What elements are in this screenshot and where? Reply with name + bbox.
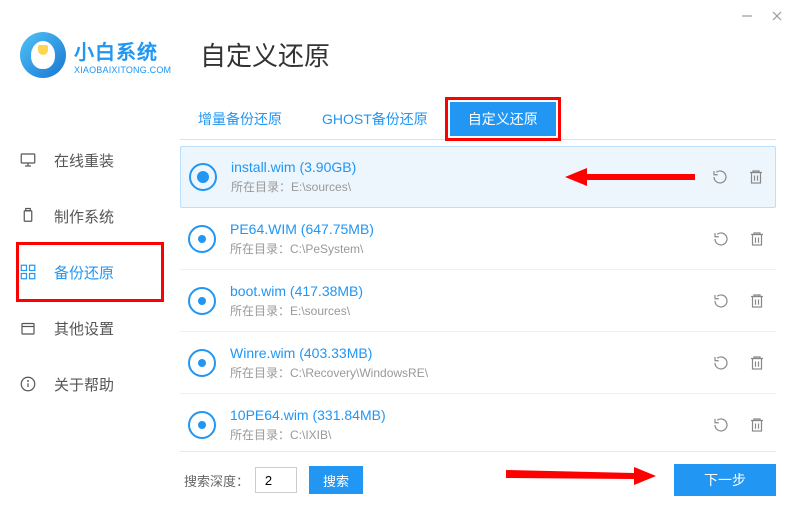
restore-history-button[interactable] [710, 228, 732, 250]
delete-button[interactable] [746, 290, 768, 312]
delete-button[interactable] [746, 352, 768, 374]
file-name: 10PE64.wim (331.84MB) [230, 407, 710, 423]
radio-icon[interactable] [189, 163, 217, 191]
sidebar-item-backup-restore[interactable]: 备份还原 [18, 244, 162, 300]
sidebar-item-about-help[interactable]: 关于帮助 [18, 356, 162, 412]
file-row[interactable]: 10PE64.wim (331.84MB) 所在目录：C:\IXIB\ [180, 394, 776, 447]
usb-icon [18, 206, 38, 226]
restore-history-button[interactable] [710, 352, 732, 374]
restore-history-button[interactable] [710, 290, 732, 312]
delete-button[interactable] [745, 166, 767, 188]
tab-incremental[interactable]: 增量备份还原 [180, 102, 300, 136]
footer: 搜索深度： 搜索 下一步 [180, 451, 776, 508]
grid-icon [18, 262, 38, 282]
minimize-button[interactable] [732, 4, 762, 28]
search-depth-label: 搜索深度： [184, 471, 249, 490]
file-list: install.wim (3.90GB) 所在目录：E:\sources\ PE… [180, 146, 776, 447]
file-row[interactable]: PE64.WIM (647.75MB) 所在目录：C:\PeSystem\ [180, 208, 776, 270]
restore-history-button[interactable] [710, 414, 732, 436]
delete-button[interactable] [746, 414, 768, 436]
sidebar-item-label: 关于帮助 [54, 374, 114, 395]
file-path: 所在目录：E:\sources\ [231, 178, 709, 195]
file-name: PE64.WIM (647.75MB) [230, 221, 710, 237]
file-row[interactable]: boot.wim (417.38MB) 所在目录：E:\sources\ [180, 270, 776, 332]
page-title: 自定义还原 [200, 32, 330, 73]
file-path: 所在目录：C:\IXIB\ [230, 426, 710, 443]
radio-icon[interactable] [188, 349, 216, 377]
search-button[interactable]: 搜索 [309, 466, 363, 494]
delete-button[interactable] [746, 228, 768, 250]
next-button[interactable]: 下一步 [674, 464, 776, 496]
brand-sub: XIAOBAIXITONG.COM [74, 65, 171, 75]
sidebar-item-online-reinstall[interactable]: 在线重装 [18, 132, 162, 188]
search-depth-input[interactable] [255, 467, 297, 493]
radio-icon[interactable] [188, 225, 216, 253]
tab-custom-restore[interactable]: 自定义还原 [450, 102, 556, 136]
sidebar-item-make-system[interactable]: 制作系统 [18, 188, 162, 244]
file-path: 所在目录：C:\PeSystem\ [230, 240, 710, 257]
radio-icon[interactable] [188, 411, 216, 439]
sidebar: 在线重装 制作系统 备份还原 其他设置 关于帮助 [0, 92, 180, 508]
annotation-arrow-icon [506, 464, 656, 488]
tabs: 增量备份还原 GHOST备份还原 自定义还原 [180, 98, 776, 140]
file-row[interactable]: Winre.wim (403.33MB) 所在目录：C:\Recovery\Wi… [180, 332, 776, 394]
brand-name: 小白系统 [74, 36, 171, 65]
file-path: 所在目录：C:\Recovery\WindowsRE\ [230, 364, 710, 381]
file-path: 所在目录：E:\sources\ [230, 302, 710, 319]
file-name: install.wim (3.90GB) [231, 159, 709, 175]
tab-ghost[interactable]: GHOST备份还原 [304, 102, 446, 136]
monitor-icon [18, 150, 38, 170]
file-name: boot.wim (417.38MB) [230, 283, 710, 299]
radio-icon[interactable] [188, 287, 216, 315]
sidebar-item-other-settings[interactable]: 其他设置 [18, 300, 162, 356]
info-icon [18, 374, 38, 394]
logo-icon [20, 32, 66, 78]
file-name: Winre.wim (403.33MB) [230, 345, 710, 361]
file-row[interactable]: install.wim (3.90GB) 所在目录：E:\sources\ [180, 146, 776, 208]
restore-history-button[interactable] [709, 166, 731, 188]
box-icon [18, 318, 38, 338]
sidebar-item-label: 制作系统 [54, 206, 114, 227]
close-button[interactable] [762, 4, 792, 28]
sidebar-item-label: 其他设置 [54, 318, 114, 339]
sidebar-item-label: 在线重装 [54, 150, 114, 171]
logo: 小白系统 XIAOBAIXITONG.COM [20, 32, 200, 78]
sidebar-item-label: 备份还原 [54, 262, 114, 283]
